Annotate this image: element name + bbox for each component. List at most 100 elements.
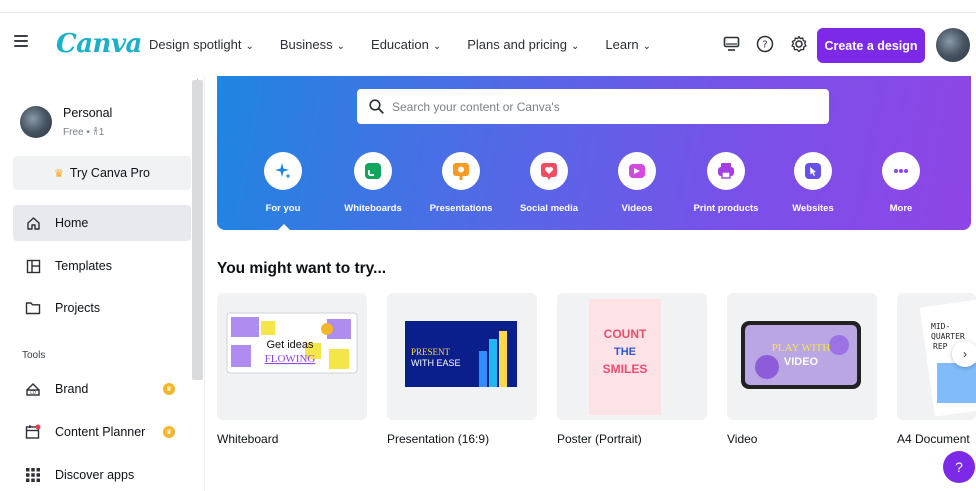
nav-icons: ? (722, 35, 808, 53)
search-icon (369, 99, 384, 114)
sidebar-scrollbar[interactable] (192, 80, 203, 380)
top-navigation: Canva Design spotlight ⌄ Business ⌄ Educat… (0, 12, 976, 76)
folder-icon (25, 300, 41, 316)
nav-plans-and-pricing[interactable]: Plans and pricing ⌄ (467, 37, 579, 52)
suggestion-card-presentation[interactable]: PRESENT WITH EASE (387, 293, 537, 420)
category-websites[interactable]: Websites (768, 152, 858, 214)
category-videos[interactable]: Videos (592, 152, 682, 214)
templates-icon (25, 258, 41, 274)
active-category-indicator (278, 224, 290, 230)
more-icon (882, 152, 920, 190)
category-label: Whiteboards (344, 203, 402, 214)
sidebar-item-projects[interactable]: Projects (13, 290, 191, 326)
carousel-next-button[interactable]: › (952, 341, 976, 367)
whiteboard-thumbnail: Get ideas FLOWING (226, 312, 358, 374)
sidebar-item-home[interactable]: Home (13, 205, 191, 241)
category-label: Websites (792, 203, 834, 214)
sidebar-item-content-planner[interactable]: Content Planner ♛ (13, 414, 191, 450)
chevron-down-icon: ⌄ (336, 41, 346, 52)
card-label[interactable]: Whiteboard (217, 432, 278, 446)
category-label: More (889, 203, 913, 214)
video-thumbnail: PLAY WITH VIDEO (741, 321, 861, 389)
category-print-products[interactable]: Print products (681, 152, 771, 214)
video-art-line2: VIDEO (784, 356, 819, 368)
search-input[interactable] (392, 99, 812, 114)
card-label[interactable]: Poster (Portrait) (557, 432, 642, 446)
card-label[interactable]: Presentation (16:9) (387, 432, 489, 446)
category-label: Presentations (429, 203, 493, 214)
gear-icon[interactable] (790, 35, 808, 53)
card-label[interactable]: Video (727, 432, 757, 446)
try-pro-label: Try Canva Pro (69, 166, 150, 180)
heart-icon (530, 152, 568, 190)
sidebar-item-label: Projects (55, 301, 101, 315)
printer-icon (707, 152, 745, 190)
sparkle-icon (264, 152, 302, 190)
category-for-you[interactable]: For you (238, 152, 328, 214)
sidebar-item-templates[interactable]: Templates (13, 248, 191, 284)
category-label: Videos (621, 203, 653, 214)
nav-education[interactable]: Education ⌄ (371, 37, 441, 52)
suggestion-card-whiteboard[interactable]: Get ideas FLOWING (217, 293, 367, 420)
desktop-icon[interactable] (722, 35, 740, 53)
crown-icon: ♛ (163, 383, 175, 395)
svg-text:?: ? (762, 40, 767, 51)
search-bar[interactable] (357, 89, 829, 124)
try-canva-pro-button[interactable]: ♛ Try Canva Pro (13, 156, 191, 190)
chevron-down-icon: ⌄ (245, 41, 254, 52)
apps-grid-icon (25, 467, 41, 483)
category-label: Social media (519, 203, 579, 214)
sidebar-item-label: Discover apps (55, 468, 135, 482)
profile-plan: Free • 𐀪1 (63, 127, 105, 138)
brand-icon: CO (25, 381, 41, 397)
avatar[interactable] (936, 28, 970, 62)
sidebar-item-brand[interactable]: CO Brand ♛ (13, 371, 191, 407)
sidebar-item-label: Templates (55, 259, 112, 273)
chevron-down-icon: ⌄ (432, 41, 442, 52)
suggestion-card-video[interactable]: PLAY WITH VIDEO (727, 293, 877, 420)
canva-logo[interactable]: Canva (56, 29, 142, 59)
profile-text: Personal Free • 𐀪1 (63, 106, 112, 138)
help-button[interactable]: ? (943, 451, 975, 483)
category-label: For you (265, 203, 301, 214)
tools-heading: Tools (22, 350, 46, 361)
sidebar-item-discover-apps[interactable]: Discover apps (13, 457, 191, 491)
sidebar-item-label: Home (55, 216, 89, 230)
profile-switcher[interactable]: Personal Free • 𐀪1 (20, 106, 112, 138)
crown-icon: ♛ (54, 167, 64, 180)
menu-icon[interactable] (14, 35, 28, 47)
poster-art-line2: THE (614, 346, 636, 358)
avatar (20, 106, 52, 138)
chevron-down-icon: ⌄ (570, 41, 580, 52)
video-art-line1: PLAY WITH (772, 342, 831, 354)
category-shortcuts: For you Whiteboards Presentations Social… (217, 152, 971, 222)
document-art-line2: QUARTER (931, 332, 965, 341)
category-more[interactable]: More (856, 152, 946, 214)
nav-design-spotlight[interactable]: Design spotlight ⌄ (149, 37, 254, 52)
sidebar-item-label: Content Planner (55, 425, 146, 439)
section-title: You might want to try... (217, 260, 387, 277)
cursor-icon (794, 152, 832, 190)
help-circle-icon[interactable]: ? (756, 35, 774, 53)
poster-art-line1: COUNT (604, 327, 647, 341)
home-icon (25, 215, 41, 231)
suggestion-card-poster[interactable]: COUNT THE SMILES (557, 293, 707, 420)
poster-art-line3: SMILES (603, 362, 648, 376)
sidebar-item-label: Brand (55, 382, 89, 396)
category-whiteboards[interactable]: Whiteboards (328, 152, 418, 214)
svg-text:CO: CO (30, 390, 36, 395)
presentation-art-line2: WITH EASE (411, 358, 461, 368)
nav-business[interactable]: Business ⌄ (280, 37, 345, 52)
video-icon (618, 152, 656, 190)
document-art-line3: REP (933, 342, 948, 351)
category-presentations[interactable]: Presentations (416, 152, 506, 214)
nav-learn[interactable]: Learn ⌄ (605, 37, 651, 52)
whiteboard-icon (354, 152, 392, 190)
whiteboard-art-line1: Get ideas (266, 339, 314, 351)
chevron-down-icon: ⌄ (642, 41, 652, 52)
create-design-button[interactable]: Create a design (817, 28, 925, 63)
whiteboard-art-line2: FLOWING (265, 353, 316, 365)
category-social-media[interactable]: Social media (504, 152, 594, 214)
card-label[interactable]: A4 Document (897, 432, 970, 446)
category-label: Print products (693, 203, 759, 214)
